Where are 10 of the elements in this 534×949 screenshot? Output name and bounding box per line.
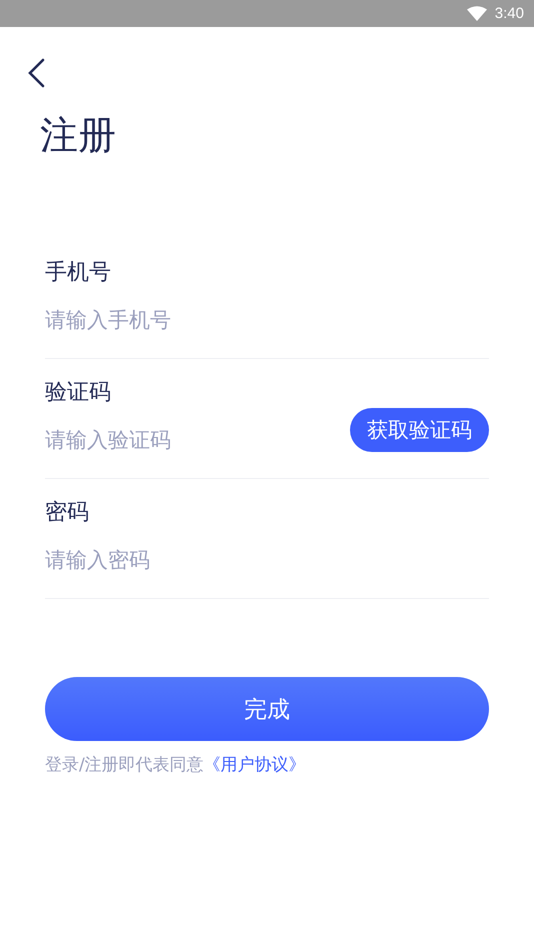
field-label: 验证码 [45, 379, 112, 407]
agreement-text: 登录/注册即代表同意《用户协议》 [45, 754, 307, 776]
page-title: 注册 [40, 112, 117, 159]
submit-button[interactable]: 完成 [45, 677, 489, 741]
get-code-button[interactable]: 获取验证码 [350, 408, 489, 452]
wifi-icon [466, 6, 487, 21]
field-label: 手机号 [45, 259, 112, 287]
field-label: 密码 [45, 499, 90, 527]
status-time: 3:40 [494, 5, 524, 22]
agreement-link[interactable]: 《用户协议》 [204, 755, 306, 775]
